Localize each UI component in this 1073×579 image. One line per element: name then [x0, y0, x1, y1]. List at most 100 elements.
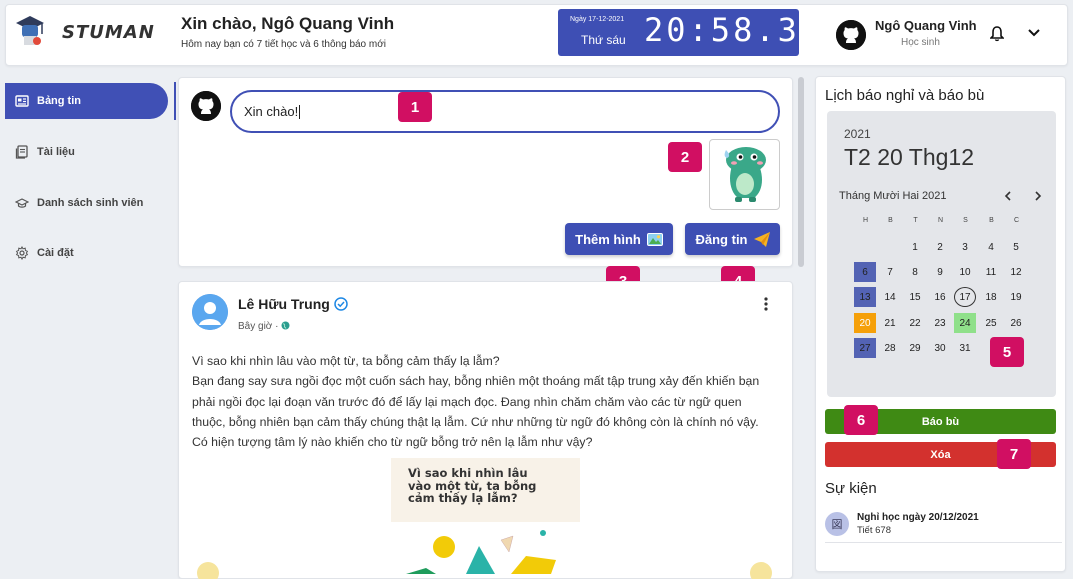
- greeting-title: Xin chào, Ngô Quang Vinh: [181, 14, 395, 33]
- chevron-left-icon[interactable]: [1003, 191, 1013, 201]
- annotation-badge-1: 1: [398, 92, 432, 122]
- calendar-panel-title: Lịch báo nghỉ và báo bù: [825, 87, 985, 104]
- github-icon: [191, 91, 221, 121]
- calendar-day[interactable]: 25: [980, 313, 1002, 333]
- post-time: Bây giờ ·: [238, 321, 290, 332]
- author-avatar[interactable]: [192, 294, 228, 330]
- calendar-day[interactable]: 20: [854, 313, 876, 333]
- event-divider: [825, 542, 1062, 543]
- calendar-day[interactable]: 27: [854, 338, 876, 358]
- user-avatar[interactable]: [836, 20, 866, 50]
- post-image-caption: Vì sao khi nhìn lâu vào một từ, ta bỗng …: [408, 467, 536, 505]
- chevron-right-icon[interactable]: [1033, 191, 1043, 201]
- weekday-header: C: [1013, 217, 1020, 224]
- calendar-day[interactable]: 1: [904, 237, 926, 257]
- event-subtitle: Tiết 678: [857, 525, 891, 536]
- calendar-day[interactable]: 15: [904, 287, 926, 307]
- feed-scrollbar[interactable]: [798, 77, 804, 267]
- post-line: Bạn đang say sưa ngồi đọc một cuốn sách …: [192, 374, 760, 389]
- calendar-day[interactable]: 19: [1005, 287, 1027, 307]
- sidebar-item-tai-lieu[interactable]: Tài liệu: [5, 134, 168, 170]
- calendar-day[interactable]: 29: [904, 338, 926, 358]
- calendar-day[interactable]: 7: [879, 262, 901, 282]
- author-name-text: Lê Hữu Trung: [238, 296, 330, 312]
- bell-icon[interactable]: [990, 26, 1004, 42]
- calendar-day[interactable]: 9: [929, 262, 951, 282]
- composer-input[interactable]: Xin chào!: [230, 90, 780, 133]
- events-title: Sự kiện: [825, 480, 877, 497]
- post-line: thuộc, bỗng nhiên bạn cảm thấy chúng thậ…: [192, 414, 759, 429]
- calendar-day[interactable]: 6: [854, 262, 876, 282]
- calendar-day[interactable]: 4: [980, 237, 1002, 257]
- event-name[interactable]: Nghỉ học ngày 20/12/2021: [857, 512, 979, 523]
- weekday-header: T: [913, 217, 918, 224]
- calendar-day[interactable]: 11: [980, 262, 1002, 282]
- calendar-day[interactable]: 12: [1005, 262, 1027, 282]
- calendar-day[interactable]: 2: [929, 237, 951, 257]
- newspaper-icon: [15, 95, 29, 107]
- calendar-day[interactable]: 28: [879, 338, 901, 358]
- calendar-day[interactable]: 26: [1005, 313, 1027, 333]
- post-button[interactable]: Đăng tin: [685, 223, 780, 255]
- calendar-day[interactable]: 17: [954, 287, 976, 307]
- annotation-badge-6: 6: [844, 405, 878, 435]
- annotation-badge-7: 7: [997, 439, 1031, 469]
- sticker-preview[interactable]: [709, 139, 780, 210]
- calendar-day[interactable]: 8: [904, 262, 926, 282]
- github-icon: [836, 20, 866, 50]
- author-name[interactable]: Lê Hữu Trung: [238, 296, 348, 312]
- more-options-icon[interactable]: [762, 296, 770, 312]
- calendar-day[interactable]: 5: [1005, 237, 1027, 257]
- sidebar-item-label: Tài liệu: [37, 146, 75, 158]
- calendar-day[interactable]: 3: [954, 237, 976, 257]
- weekday-header: H: [862, 217, 869, 224]
- person-icon: [192, 294, 228, 330]
- annotation-badge-5: 5: [990, 337, 1024, 367]
- clock-widget: Ngày 17-12-2021 Thứ sáu 20:58.31: [558, 9, 819, 56]
- add-image-label: Thêm hình: [575, 231, 641, 247]
- gear-icon: [15, 246, 29, 260]
- calendar-day[interactable]: 30: [929, 338, 951, 358]
- annotation-badge-2: 2: [668, 142, 702, 172]
- calendar-day[interactable]: 23: [929, 313, 951, 333]
- calendar-day[interactable]: 14: [879, 287, 901, 307]
- post-line: Có hiện tượng tâm lý nào khiến cho từ ng…: [192, 435, 593, 450]
- sidebar-item-label: Cài đặt: [37, 247, 74, 259]
- calendar-day[interactable]: 24: [954, 313, 976, 333]
- user-name[interactable]: Ngô Quang Vinh: [875, 18, 977, 33]
- calendar-day[interactable]: 31: [954, 338, 976, 358]
- sidebar-item-label: Bảng tin: [37, 95, 81, 107]
- calendar-day[interactable]: 22: [904, 313, 926, 333]
- add-image-button[interactable]: Thêm hình: [565, 223, 673, 255]
- post-image[interactable]: Vì sao khi nhìn lâu vào một từ, ta bỗng …: [391, 458, 580, 522]
- delete-label: Xóa: [930, 448, 951, 461]
- weekday-header: B: [989, 217, 994, 224]
- event-icon: 図: [825, 512, 849, 536]
- greeting-subtitle: Hôm nay bạn có 7 tiết học và 6 thông báo…: [181, 39, 387, 50]
- weekday-header: B: [888, 217, 893, 224]
- clock-date: Ngày 17-12-2021: [570, 16, 625, 23]
- post-line: Vì sao khi nhìn lâu vào một từ, ta bỗng …: [192, 354, 500, 368]
- sidebar-item-label: Danh sách sinh viên: [37, 197, 144, 209]
- paper-plane-icon: [753, 231, 770, 247]
- sidebar-item-danh-sach-sinh-vien[interactable]: Danh sách sinh viên: [5, 185, 168, 221]
- composer-avatar: [191, 91, 221, 121]
- carousel-prev-button[interactable]: [197, 562, 219, 579]
- clock-day: Thứ sáu: [581, 33, 626, 47]
- chevron-down-icon[interactable]: [1027, 28, 1041, 38]
- calendar-day[interactable]: 18: [980, 287, 1002, 307]
- calendar-day[interactable]: 13: [854, 287, 876, 307]
- sidebar-item-bang-tin[interactable]: Bảng tin: [5, 83, 168, 119]
- post-body: Vì sao khi nhìn lâu vào một từ, ta bỗng …: [192, 351, 787, 452]
- calendar-year[interactable]: 2021: [844, 127, 871, 141]
- calendar-day[interactable]: 10: [954, 262, 976, 282]
- sidebar-item-cai-dat[interactable]: Cài đặt: [5, 235, 168, 271]
- active-indicator: [174, 82, 176, 120]
- calendar-month-label[interactable]: Tháng Mười Hai 2021: [839, 190, 947, 202]
- clock-time: 20:58.31: [644, 11, 823, 49]
- calendar-day[interactable]: 16: [929, 287, 951, 307]
- dinosaur-sticker-icon: [724, 147, 766, 202]
- app-logo-text: STUMAN: [62, 22, 155, 43]
- carousel-next-button[interactable]: [750, 562, 772, 579]
- calendar-day[interactable]: 21: [879, 313, 901, 333]
